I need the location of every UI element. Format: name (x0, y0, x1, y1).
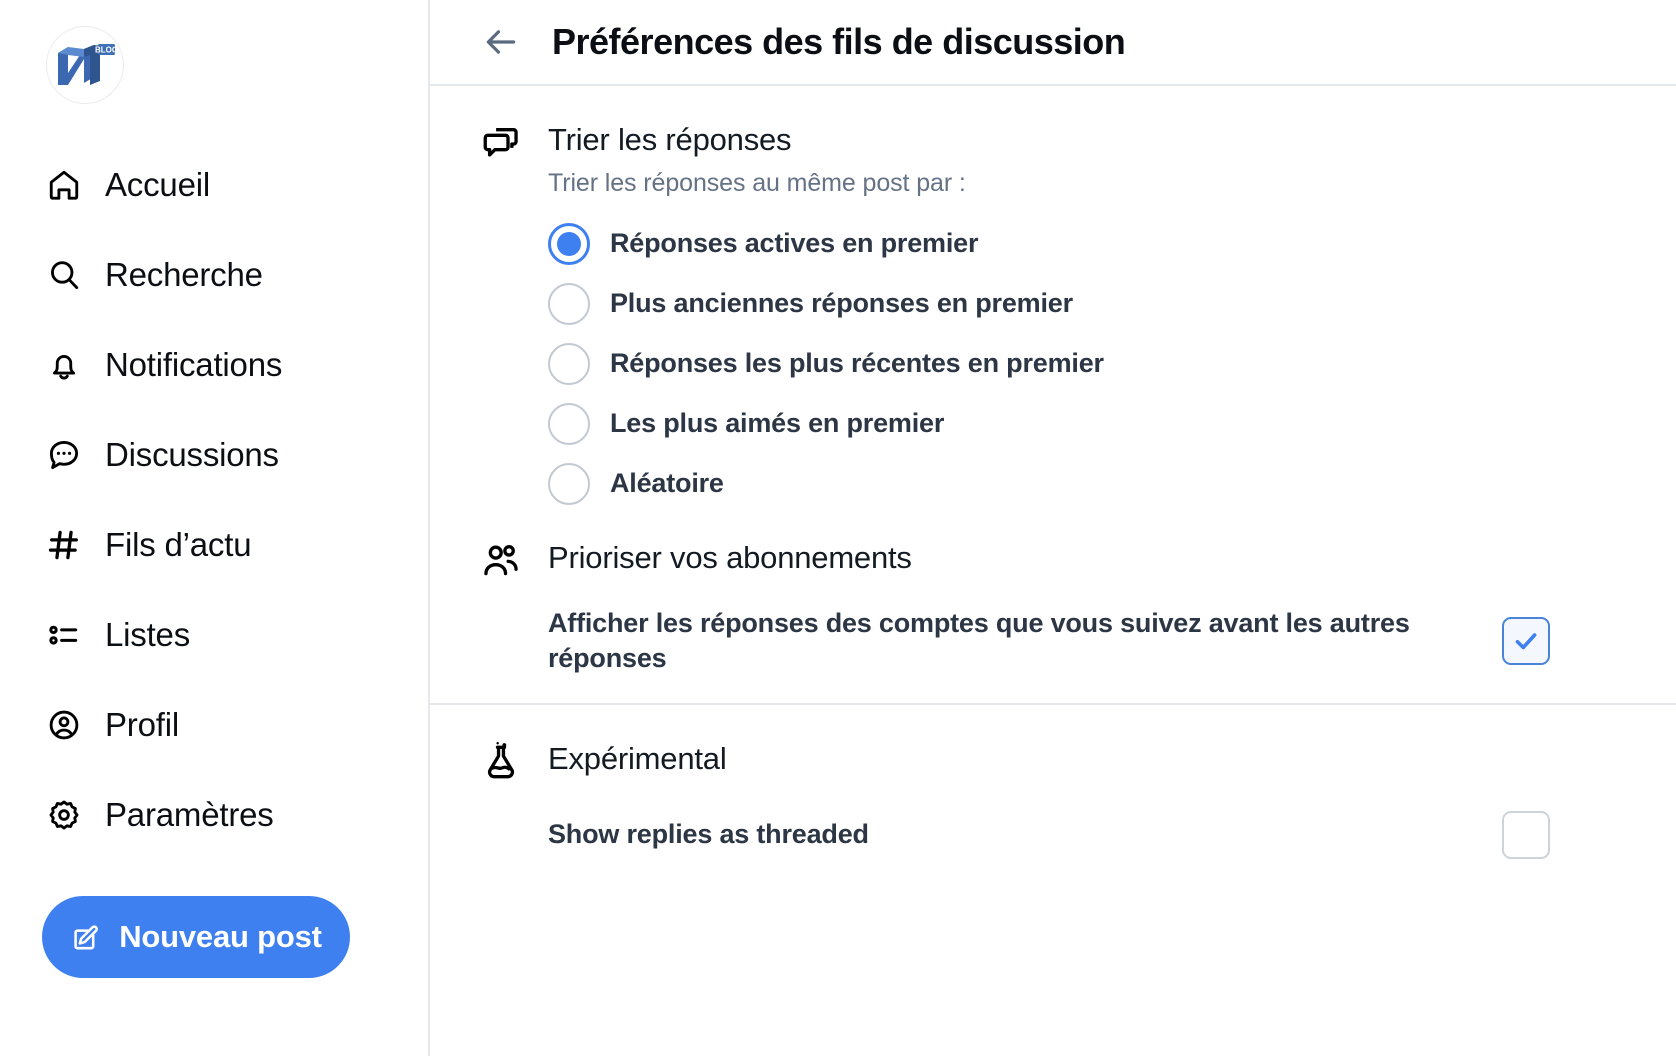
sort-section-subtitle: Trier les réponses au même post par : (548, 169, 966, 198)
follows-section-title: Prioriser vos abonnements (548, 540, 912, 576)
sidebar-item-profil[interactable]: Profil (0, 680, 428, 770)
sidebar: BLOG Accueil Recherche (0, 0, 430, 1056)
follows-toggle-label: Afficher les réponses des comptes que vo… (548, 606, 1478, 677)
sort-section-titles: Trier les réponses Trier les réponses au… (548, 120, 966, 198)
radio-label: Aléatoire (610, 468, 724, 499)
follows-toggle-row[interactable]: Afficher les réponses des comptes que vo… (430, 584, 1676, 703)
check-icon (1511, 626, 1541, 656)
back-button[interactable] (478, 19, 524, 65)
experimental-section-head: Expérimental (430, 739, 1676, 785)
list-icon (44, 615, 84, 655)
radio-label: Les plus aimés en premier (610, 408, 944, 439)
sort-section-head: Trier les réponses Trier les réponses au… (430, 120, 1676, 198)
page-title: Préférences des fils de discussion (552, 21, 1125, 63)
sidebar-item-discussions[interactable]: Discussions (0, 410, 428, 500)
radio-label: Plus anciennes réponses en premier (610, 288, 1073, 319)
search-icon (44, 255, 84, 295)
experimental-section-title: Expérimental (548, 741, 727, 777)
sort-radio-group: Réponses actives en premier Plus ancienn… (430, 214, 1676, 514)
main-panel: Préférences des fils de discussion Trier… (430, 0, 1676, 1056)
radio-label: Réponses actives en premier (610, 228, 978, 259)
settings-content: Trier les réponses Trier les réponses au… (430, 86, 1676, 1056)
follows-checkbox[interactable] (1502, 617, 1550, 665)
sidebar-item-notifications[interactable]: Notifications (0, 320, 428, 410)
arrow-left-icon (482, 23, 520, 61)
radio-indicator[interactable] (548, 403, 590, 445)
bell-icon (44, 345, 84, 385)
sidebar-item-listes[interactable]: Listes (0, 590, 428, 680)
compose-area: Nouveau post (0, 860, 428, 978)
experimental-section: Expérimental Show replies as threaded (430, 705, 1676, 885)
radio-option-most-liked-first[interactable]: Les plus aimés en premier (548, 394, 1676, 454)
chat-bubbles-icon (478, 120, 524, 166)
sort-section-title: Trier les réponses (548, 122, 966, 158)
chat-bubble-icon (44, 435, 84, 475)
radio-indicator[interactable] (548, 283, 590, 325)
experimental-section-titles: Expérimental (548, 739, 727, 777)
svg-text:BLOG: BLOG (95, 46, 116, 55)
sidebar-nav: Accueil Recherche Notifications (0, 140, 428, 860)
radio-option-random[interactable]: Aléatoire (548, 454, 1676, 514)
hashtag-icon (44, 525, 84, 565)
users-icon (478, 538, 524, 584)
radio-indicator[interactable] (548, 343, 590, 385)
flask-icon (478, 739, 524, 785)
sidebar-item-label: Notifications (105, 346, 282, 384)
user-circle-icon (44, 705, 84, 745)
home-icon (44, 165, 84, 205)
experimental-toggle-row[interactable]: Show replies as threaded (430, 785, 1676, 885)
sidebar-item-label: Fils d’actu (105, 526, 251, 564)
sidebar-item-accueil[interactable]: Accueil (0, 140, 428, 230)
sidebar-item-label: Recherche (105, 256, 263, 294)
new-post-label: Nouveau post (119, 919, 322, 955)
threaded-replies-checkbox[interactable] (1502, 811, 1550, 859)
compose-icon (70, 921, 102, 953)
sidebar-item-label: Paramètres (105, 796, 274, 834)
avatar[interactable]: BLOG (46, 26, 124, 104)
radio-label: Réponses les plus récentes en premier (610, 348, 1104, 379)
prioritise-follows-section: Prioriser vos abonnements Afficher les r… (430, 514, 1676, 703)
experimental-toggle-label: Show replies as threaded (548, 817, 1478, 853)
sidebar-item-label: Profil (105, 706, 179, 744)
sidebar-item-recherche[interactable]: Recherche (0, 230, 428, 320)
follows-section-titles: Prioriser vos abonnements (548, 538, 912, 576)
app-root: BLOG Accueil Recherche (0, 0, 1676, 1056)
sidebar-item-parametres[interactable]: Paramètres (0, 770, 428, 860)
sidebar-item-label: Accueil (105, 166, 210, 204)
radio-option-newest-first[interactable]: Réponses les plus récentes en premier (548, 334, 1676, 394)
page-header: Préférences des fils de discussion (430, 0, 1676, 86)
sidebar-item-label: Listes (105, 616, 190, 654)
sidebar-item-fils-dactu[interactable]: Fils d’actu (0, 500, 428, 590)
radio-option-active-first[interactable]: Réponses actives en premier (548, 214, 1676, 274)
radio-indicator[interactable] (548, 463, 590, 505)
radio-indicator[interactable] (548, 223, 590, 265)
sort-replies-section: Trier les réponses Trier les réponses au… (430, 86, 1676, 514)
gear-icon (44, 795, 84, 835)
new-post-button[interactable]: Nouveau post (42, 896, 350, 978)
radio-option-oldest-first[interactable]: Plus anciennes réponses en premier (548, 274, 1676, 334)
sidebar-item-label: Discussions (105, 436, 279, 474)
follows-section-head: Prioriser vos abonnements (430, 538, 1676, 584)
